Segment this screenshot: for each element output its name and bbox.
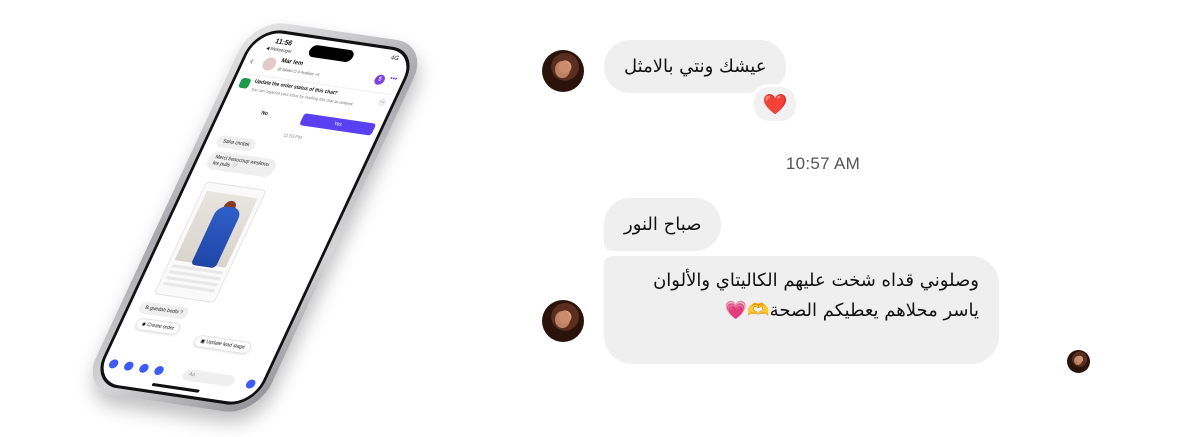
product-post-preview[interactable] — [153, 181, 267, 304]
message-input[interactable]: Aa — [180, 368, 237, 388]
heart-hands-icon: 🫶 — [747, 300, 770, 321]
microphone-icon[interactable] — [152, 365, 166, 376]
message-line: ياسر محلاهم يعطيكم الصحة🫶💗 — [624, 296, 979, 326]
model-coat — [190, 205, 243, 269]
order-icon — [237, 77, 252, 89]
gallery-icon[interactable] — [137, 363, 151, 374]
phone-screen: 11:56 ◀ Messenger 4G ‹ Mar lem @ bilake … — [90, 26, 420, 409]
back-arrow-icon[interactable]: ‹ — [247, 56, 255, 67]
messenger-screen: 11:56 ◀ Messenger 4G ‹ Mar lem @ bilake … — [94, 30, 416, 405]
camera-icon[interactable] — [122, 361, 136, 372]
create-order-label: Create order — [145, 321, 176, 332]
message-timestamp: 10:57 AM — [785, 154, 861, 173]
contact-subtitle: @ bilake ⛭ 4 Avaliser +4 — [276, 66, 321, 78]
message-line: وصلوني قداه شخت عليهم الكاليتاي والألوان — [653, 270, 979, 291]
phone-message-bubble: B.guedah bedhi ? — [136, 300, 191, 320]
phone-mockup: 11:56 ◀ Messenger 4G ‹ Mar lem @ bilake … — [80, 18, 430, 417]
phone-message-bubble: Saha chribtk — [214, 134, 258, 152]
contact-avatar[interactable] — [260, 56, 279, 72]
update-lead-stage-label: Update lead stage — [204, 339, 246, 351]
dynamic-island — [306, 44, 356, 63]
read-receipt-avatar — [1067, 350, 1090, 373]
product-photo — [174, 190, 258, 269]
phone-message-bubble: Merci beaucoup wesltnou les pulls 🤍 — [204, 150, 279, 178]
plus-icon[interactable] — [107, 358, 120, 369]
message-line-text: ياسر محلاهم يعطيكم الصحة — [769, 300, 979, 321]
sender-avatar[interactable] — [542, 300, 584, 342]
message-bubble: وصلوني قداه شخت عليهم الكاليتاي والألوان… — [604, 256, 999, 364]
banner-more-icon[interactable]: … — [376, 97, 388, 107]
more-options-icon[interactable]: ••• — [388, 75, 398, 83]
message-bubble: عيشك ونتي بالامثل — [604, 40, 787, 93]
message-bubble: صباح النور — [604, 198, 722, 251]
post-details — [161, 264, 224, 296]
create-order-chip[interactable]: ◉ Create order — [133, 317, 183, 336]
like-icon[interactable] — [244, 378, 258, 390]
update-lead-stage-chip[interactable]: ▣ Update lead stage — [192, 334, 254, 355]
home-indicator — [151, 382, 201, 393]
heart-reaction-icon[interactable]: ❤️ — [751, 84, 799, 124]
dollar-icon[interactable]: $ — [372, 74, 387, 86]
sender-avatar[interactable] — [542, 50, 584, 92]
phone-frame: 11:56 ◀ Messenger 4G ‹ Mar lem @ bilake … — [80, 18, 430, 417]
status-network: 4G — [389, 55, 400, 63]
growing-heart-icon: 💗 — [724, 300, 748, 321]
